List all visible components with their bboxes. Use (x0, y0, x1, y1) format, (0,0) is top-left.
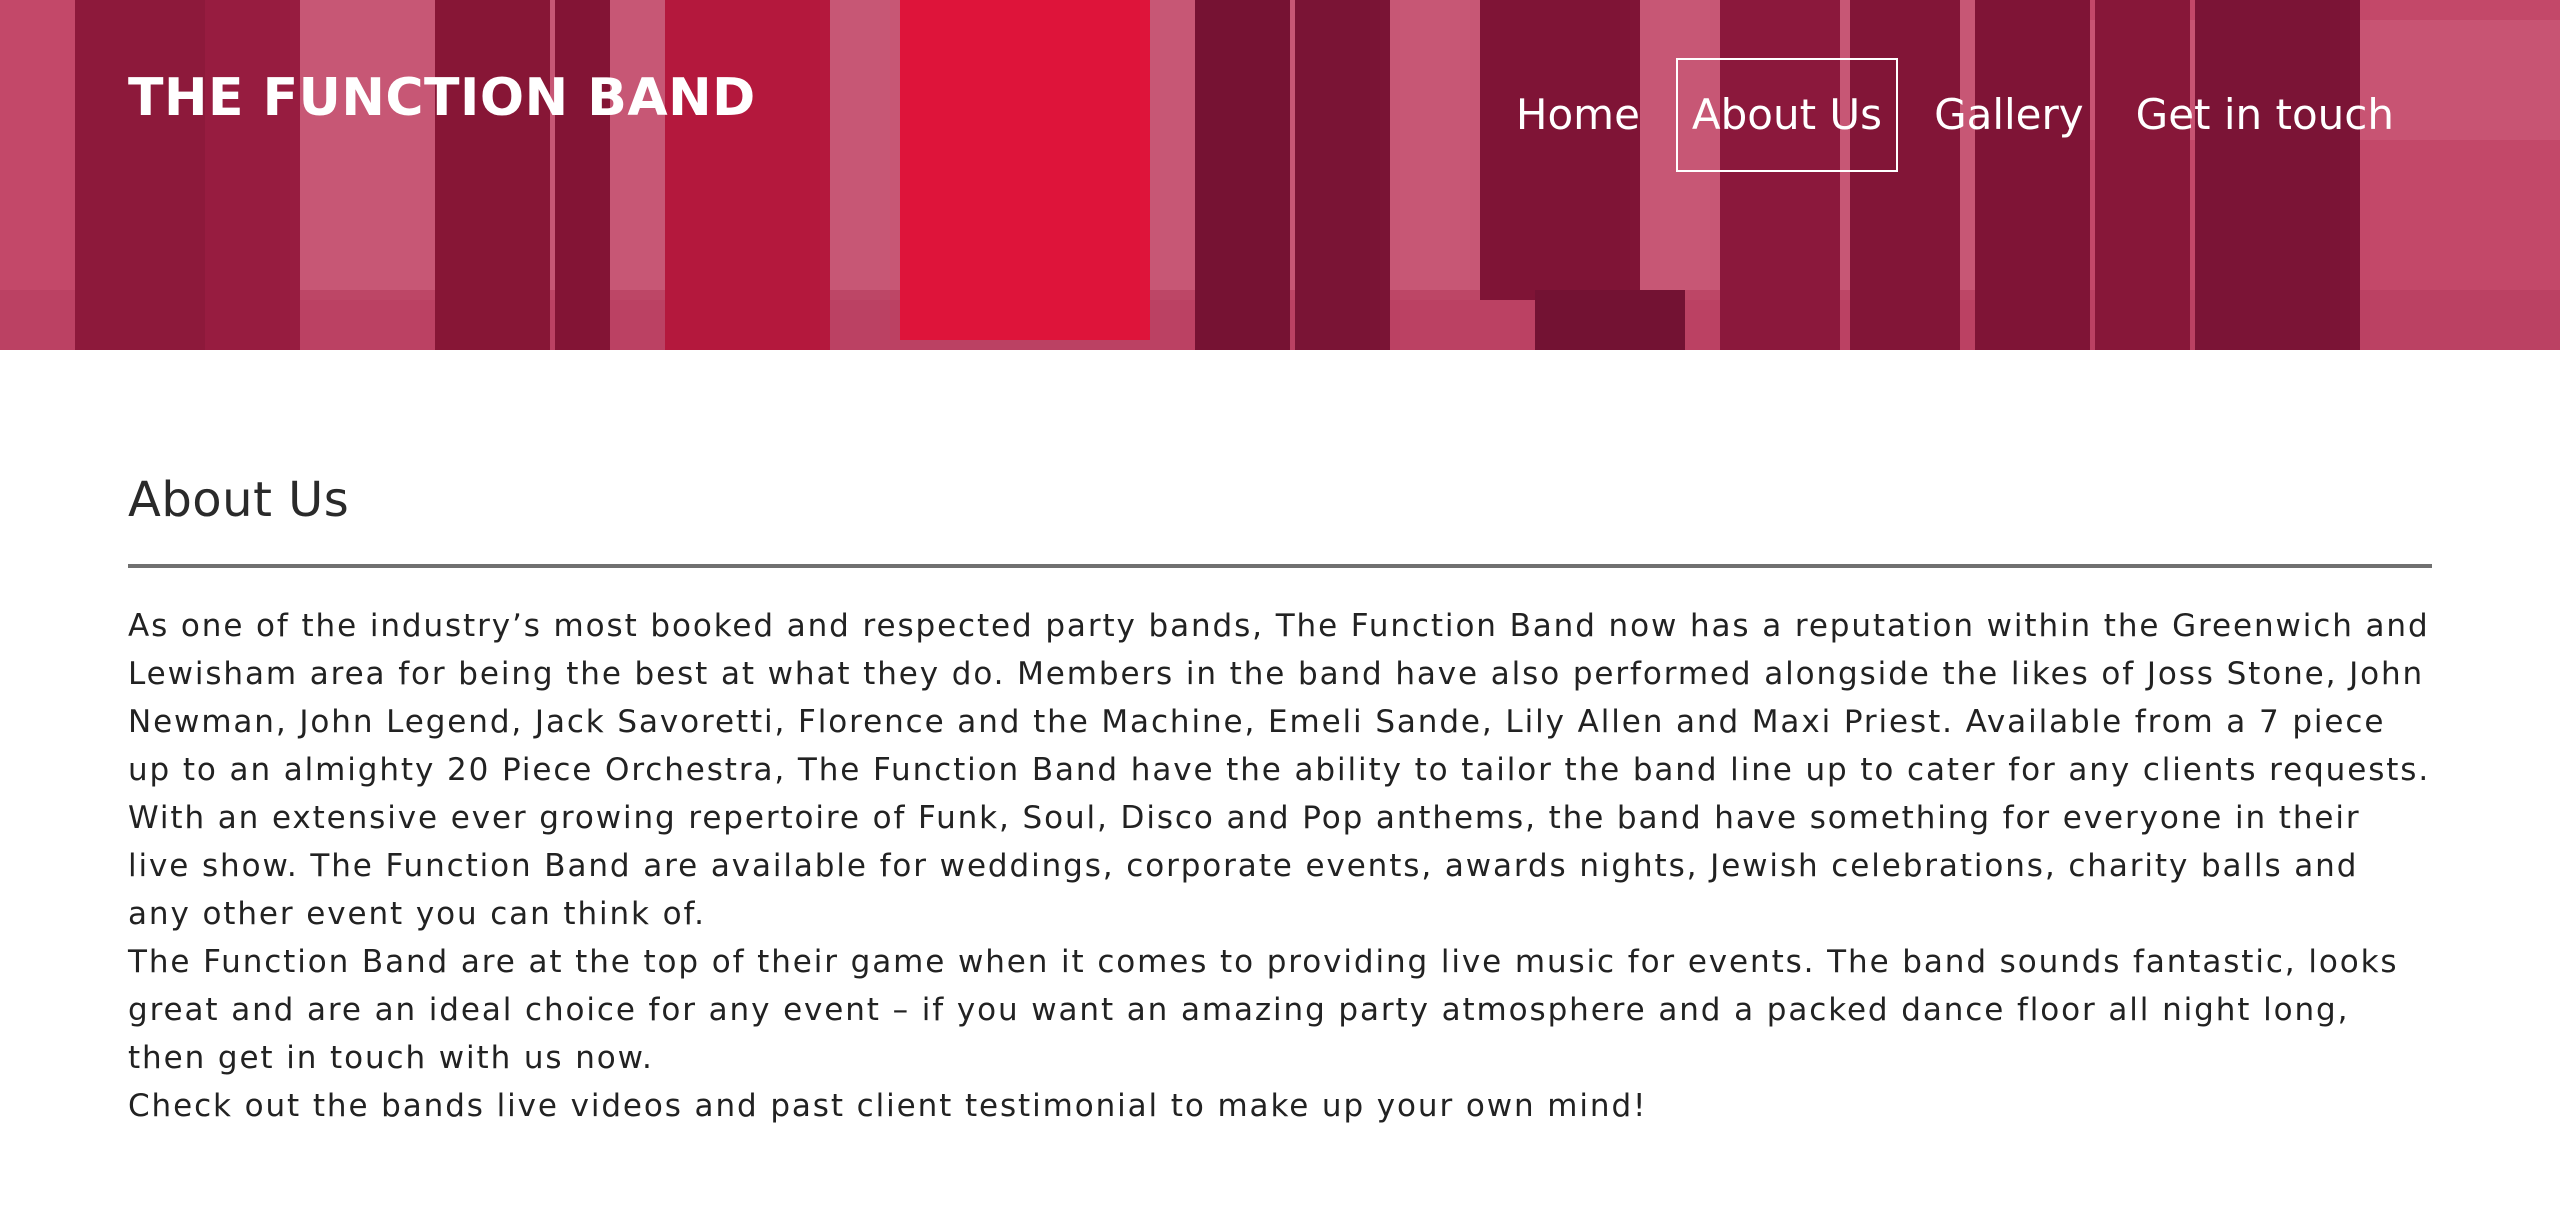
main-content: About Us As one of the industry’s most b… (128, 476, 2432, 1130)
nav-gallery[interactable]: Gallery (1918, 68, 2100, 162)
about-text: As one of the industry’s most booked and… (128, 602, 2432, 1130)
title-divider (128, 564, 2432, 568)
about-paragraph-2: The Function Band are at the top of thei… (128, 944, 2399, 1076)
site-brand[interactable]: THE FUNCTION BAND (128, 72, 756, 124)
page-title: About Us (128, 472, 350, 528)
nav-about-us[interactable]: About Us (1675, 58, 1899, 172)
about-paragraph-3: Check out the bands live videos and past… (128, 1088, 1648, 1124)
hero-banner: THE FUNCTION BAND Home About Us Gallery … (0, 0, 2560, 350)
main-nav: Home About Us Gallery Get in touch (1500, 52, 2410, 178)
nav-get-in-touch[interactable]: Get in touch (2120, 68, 2410, 162)
nav-home[interactable]: Home (1500, 68, 1656, 162)
about-paragraph-1: As one of the industry’s most booked and… (128, 608, 2431, 932)
